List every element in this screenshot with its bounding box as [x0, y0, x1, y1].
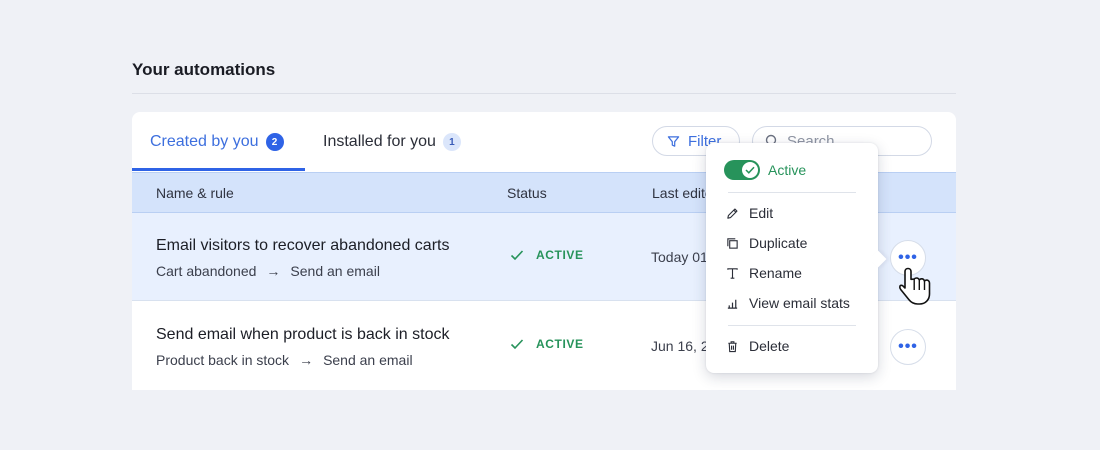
section-divider: [132, 93, 956, 94]
status-badge: ACTIVE: [510, 248, 584, 262]
automation-rule: Product back in stock → Send an email: [156, 352, 413, 368]
duplicate-icon: [727, 237, 738, 249]
tab-label: Created by you: [150, 133, 259, 150]
count-badge: 1: [442, 133, 461, 151]
menu-item-label: Delete: [749, 338, 790, 354]
hand-pointer-cursor-icon: [899, 267, 931, 305]
automation-rule: Cart abandoned → Send an email: [156, 263, 380, 279]
toggle-label: Active: [768, 162, 807, 178]
menu-item-label: Rename: [749, 265, 802, 281]
tab-created-by-you[interactable]: Created by you 2: [150, 112, 284, 172]
rule-action: Send an email: [323, 352, 413, 368]
menu-item-view-email-stats[interactable]: View email stats: [726, 295, 850, 311]
menu-divider: [728, 192, 856, 193]
menu-item-label: Duplicate: [749, 235, 808, 251]
automation-title: Send email when product is back in stock: [156, 326, 450, 343]
arrow-icon: →: [266, 263, 281, 279]
menu-item-label: Edit: [749, 205, 774, 221]
status-badge: ACTIVE: [510, 337, 584, 351]
menu-item-label: View email stats: [749, 295, 850, 311]
text-icon: [727, 267, 738, 279]
tab-label: Installed for you: [323, 133, 436, 150]
automation-title: Email visitors to recover abandoned cart…: [156, 237, 450, 254]
trash-icon: [728, 340, 737, 352]
filter-icon: [667, 135, 680, 147]
menu-item-rename[interactable]: Rename: [726, 265, 802, 281]
menu-item-edit[interactable]: Edit: [726, 205, 773, 221]
column-header-last-edited: Last edite: [652, 185, 713, 201]
tab-installed-for-you[interactable]: Installed for you 1: [323, 112, 461, 172]
status-text: ACTIVE: [536, 337, 584, 351]
checkmark-icon: [510, 250, 524, 261]
page-title: Your automations: [132, 60, 276, 79]
menu-item-duplicate[interactable]: Duplicate: [726, 235, 807, 251]
last-edited-date: Today 01: [651, 249, 708, 265]
active-toggle-row[interactable]: Active: [724, 160, 806, 180]
actions-dropdown-menu: Active Edit Duplicate Rename View email …: [706, 143, 878, 373]
more-actions-button[interactable]: •••: [890, 329, 926, 365]
column-header-status: Status: [507, 185, 547, 201]
menu-item-delete[interactable]: Delete: [726, 338, 789, 354]
checkmark-icon: [510, 339, 524, 350]
rule-trigger: Cart abandoned: [156, 263, 257, 279]
menu-divider: [728, 325, 856, 326]
column-header-name: Name & rule: [156, 185, 234, 201]
count-badge: 2: [265, 133, 284, 151]
last-edited-date: Jun 16, 2: [651, 338, 709, 354]
toggle-knob: [742, 162, 758, 178]
status-text: ACTIVE: [536, 248, 584, 262]
active-tab-indicator: [132, 168, 305, 171]
rule-action: Send an email: [290, 263, 380, 279]
stats-icon: [727, 299, 738, 309]
checkmark-icon: [745, 166, 755, 174]
pencil-icon: [727, 207, 738, 219]
arrow-icon: →: [299, 352, 314, 368]
rule-trigger: Product back in stock: [156, 352, 290, 368]
active-toggle[interactable]: [724, 160, 760, 180]
